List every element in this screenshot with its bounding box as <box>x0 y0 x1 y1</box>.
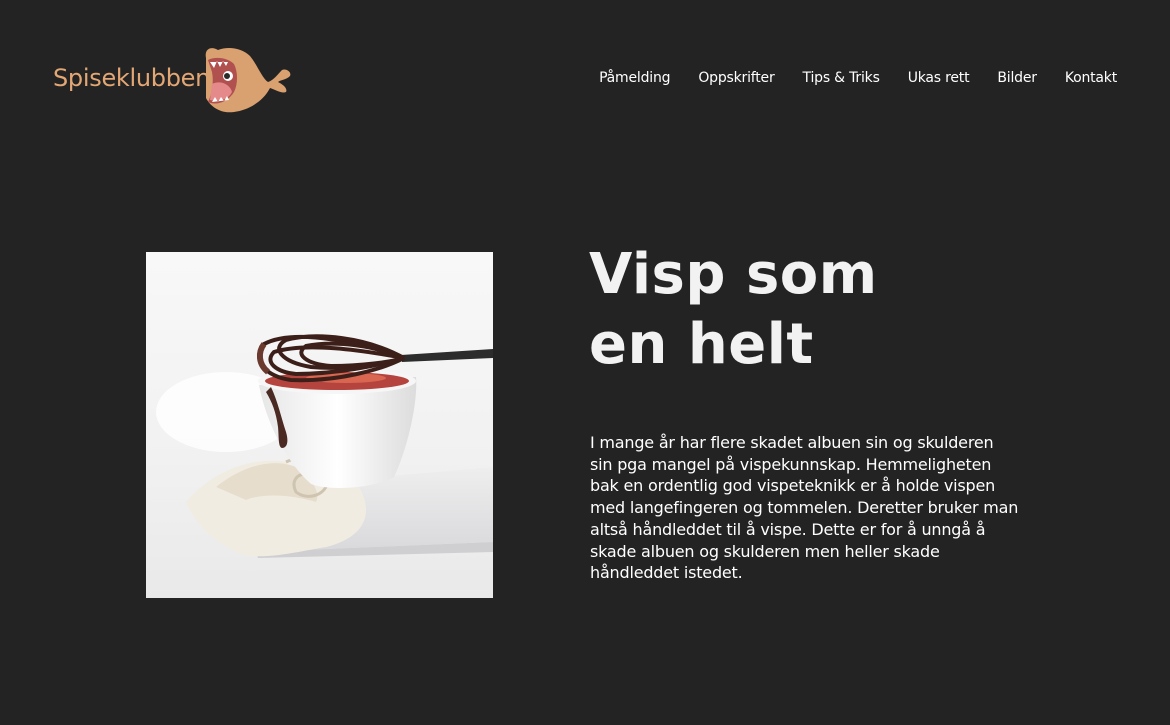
nav-item-ukas-rett[interactable]: Ukas rett <box>908 68 970 88</box>
logo-text: Spiseklubben <box>53 64 211 92</box>
site-logo[interactable]: Spiseklubben <box>53 44 293 116</box>
article-body: I mange år har flere skadet albuen sin o… <box>590 433 1019 583</box>
nav-item-pamelding[interactable]: Påmelding <box>599 68 670 88</box>
nav-item-tips-triks[interactable]: Tips & Triks <box>803 68 880 88</box>
whisk-chocolate-bowl-photo <box>156 334 493 558</box>
nav-item-oppskrifter[interactable]: Oppskrifter <box>698 68 774 88</box>
main-nav: Påmelding Oppskrifter Tips & Triks Ukas … <box>599 68 1117 88</box>
whale-mascot-icon <box>205 48 291 113</box>
nav-item-bilder[interactable]: Bilder <box>997 68 1037 88</box>
page: Spiseklubben Påmelding Oppskrifter Tips … <box>0 0 1170 725</box>
article-title: Visp som en helt <box>589 242 878 377</box>
nav-item-kontakt[interactable]: Kontakt <box>1065 68 1117 88</box>
article-image <box>146 252 493 598</box>
